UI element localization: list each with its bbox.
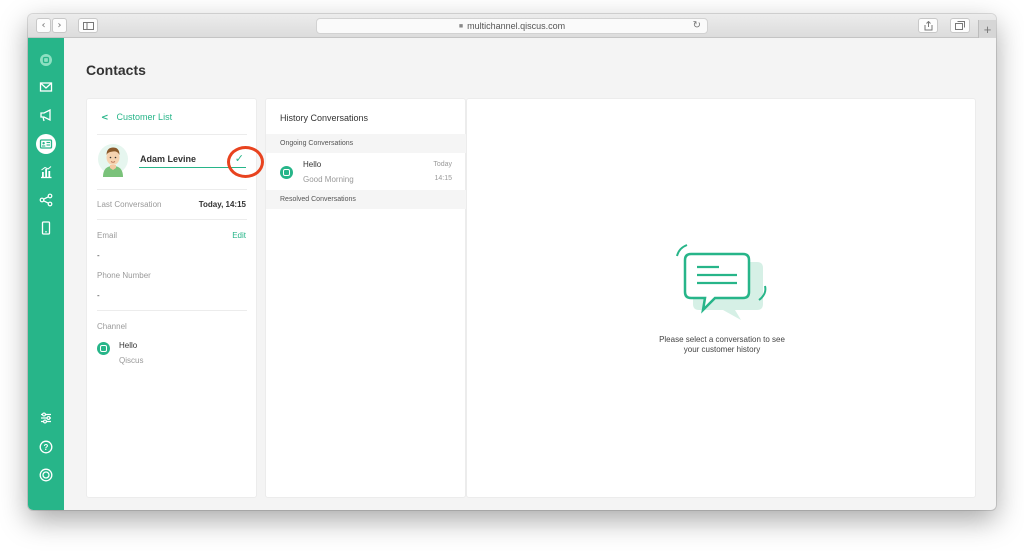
highlight-ring xyxy=(227,146,264,178)
customer-list-back-link[interactable]: < Customer List xyxy=(101,112,172,123)
divider xyxy=(97,219,247,220)
empty-state-line1: Please select a conversation to see xyxy=(659,335,785,344)
history-panel: History Conversations Ongoing Conversati… xyxy=(265,98,467,498)
url-bar[interactable]: ■ multichannel.qiscus.com ↻ xyxy=(316,18,708,34)
chat-bubble-illustration xyxy=(676,244,767,320)
empty-state-line2: your customer history xyxy=(683,345,761,354)
divider xyxy=(97,189,247,190)
svg-text:?: ? xyxy=(44,443,49,452)
contact-name: Adam Levine xyxy=(140,154,197,164)
channel-label: Channel xyxy=(97,322,127,331)
megaphone-icon[interactable] xyxy=(36,105,56,125)
integration-icon[interactable] xyxy=(36,190,56,210)
conversation-name: Hello xyxy=(303,160,322,169)
page-title: Contacts xyxy=(86,62,146,78)
left-nav: ? xyxy=(28,38,64,510)
chevron-left-icon[interactable]: ‹ xyxy=(36,18,51,33)
browser-window: ‹ › ■ multichannel.qiscus.com ↻ + ? Cont… xyxy=(28,14,996,510)
logo-icon[interactable] xyxy=(36,50,56,70)
contacts-icon[interactable] xyxy=(36,134,56,154)
phone-value: - xyxy=(97,291,100,300)
share-icon[interactable] xyxy=(918,18,938,33)
edit-link[interactable]: Edit xyxy=(232,231,246,240)
chevron-right-icon[interactable]: › xyxy=(52,18,67,33)
resolved-section-header[interactable]: Resolved Conversations xyxy=(266,190,467,209)
profile-icon[interactable] xyxy=(36,465,56,485)
lock-icon: ■ xyxy=(458,22,464,30)
help-icon[interactable]: ? xyxy=(36,437,56,457)
tabs-icon[interactable] xyxy=(950,18,970,33)
divider xyxy=(97,134,247,135)
reload-icon[interactable]: ↻ xyxy=(693,20,701,31)
back-label: Customer List xyxy=(116,112,173,122)
qiscus-channel-icon xyxy=(280,166,293,179)
channel-provider: Qiscus xyxy=(119,356,144,365)
plus-icon[interactable]: + xyxy=(978,20,996,38)
history-title: History Conversations xyxy=(280,113,369,123)
browser-toolbar: ‹ › ■ multichannel.qiscus.com ↻ + xyxy=(28,14,996,38)
email-label: Email xyxy=(97,231,118,240)
url-text: multichannel.qiscus.com xyxy=(467,21,566,31)
sidebar-icon[interactable] xyxy=(78,18,98,33)
channel-name: Hello xyxy=(119,341,138,350)
last-conversation-label: Last Conversation xyxy=(97,200,162,209)
conversation-time: 14:15 xyxy=(434,175,452,182)
mail-icon[interactable] xyxy=(36,77,56,97)
contact-detail-panel: < Customer List Adam Levine ✓ Last Conver… xyxy=(86,98,264,498)
mobile-icon[interactable] xyxy=(36,218,56,238)
analytics-icon[interactable] xyxy=(36,162,56,182)
qiscus-channel-icon xyxy=(97,342,110,355)
empty-state-message: Please select a conversation to see your… xyxy=(622,335,822,355)
chevron-left-icon: < xyxy=(101,113,109,123)
conversation-day: Today xyxy=(433,161,452,168)
conversation-message: Good Morning xyxy=(303,175,354,184)
phone-label: Phone Number xyxy=(97,271,151,280)
avatar xyxy=(98,144,128,177)
last-conversation-value: Today, 14:15 xyxy=(198,200,246,209)
divider xyxy=(97,310,247,311)
email-value: - xyxy=(97,251,100,260)
conversation-detail-panel: Please select a conversation to see your… xyxy=(466,98,976,498)
ongoing-section-header: Ongoing Conversations xyxy=(266,134,467,153)
settings-sliders-icon[interactable] xyxy=(36,408,56,428)
